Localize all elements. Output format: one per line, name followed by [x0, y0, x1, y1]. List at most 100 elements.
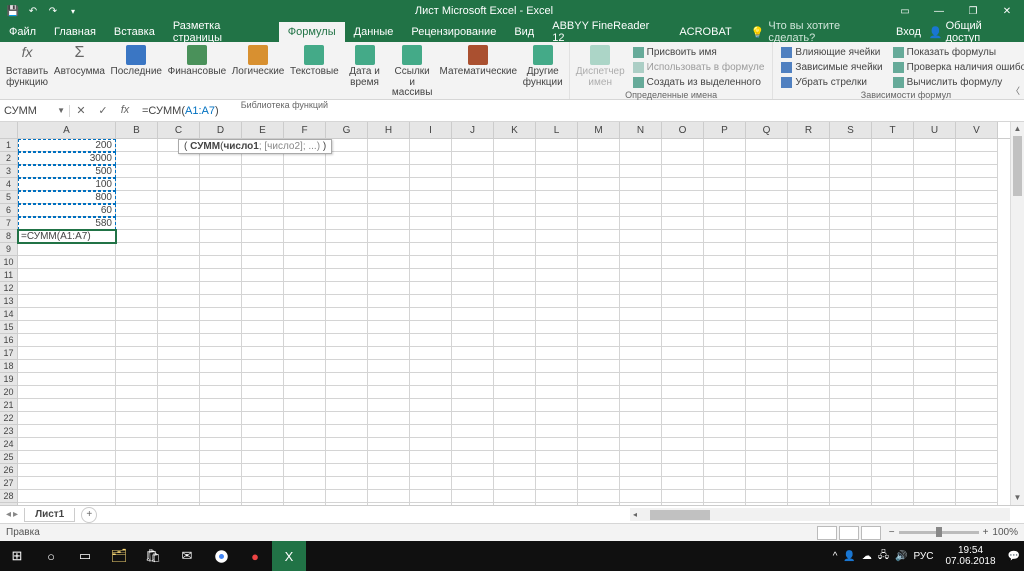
cell-T5[interactable] [872, 191, 914, 204]
cell-P19[interactable] [704, 373, 746, 386]
cell-Q1[interactable] [746, 139, 788, 152]
cell-S21[interactable] [830, 399, 872, 412]
cell-E19[interactable] [242, 373, 284, 386]
cell-O6[interactable] [662, 204, 704, 217]
cell-L15[interactable] [536, 321, 578, 334]
cell-F18[interactable] [284, 360, 326, 373]
qat-customize-icon[interactable]: ▾ [66, 4, 80, 18]
cell-A2[interactable]: 3000 [18, 152, 116, 165]
cell-N17[interactable] [620, 347, 662, 360]
cell-T15[interactable] [872, 321, 914, 334]
cell-B5[interactable] [116, 191, 158, 204]
cell-I17[interactable] [410, 347, 452, 360]
cell-V21[interactable] [956, 399, 998, 412]
cell-T1[interactable] [872, 139, 914, 152]
cell-L5[interactable] [536, 191, 578, 204]
sheet-next-icon[interactable]: ▸ [13, 509, 18, 520]
cell-S1[interactable] [830, 139, 872, 152]
cell-R12[interactable] [788, 282, 830, 295]
cell-M19[interactable] [578, 373, 620, 386]
cell-C21[interactable] [158, 399, 200, 412]
cell-J23[interactable] [452, 425, 494, 438]
cell-V2[interactable] [956, 152, 998, 165]
cell-S13[interactable] [830, 295, 872, 308]
cell-F19[interactable] [284, 373, 326, 386]
cell-U28[interactable] [914, 490, 956, 503]
cell-B8[interactable] [116, 230, 158, 243]
cell-P10[interactable] [704, 256, 746, 269]
cell-K22[interactable] [494, 412, 536, 425]
cell-O20[interactable] [662, 386, 704, 399]
row-header-23[interactable]: 23 [0, 425, 18, 438]
cell-N18[interactable] [620, 360, 662, 373]
cell-S28[interactable] [830, 490, 872, 503]
cell-J13[interactable] [452, 295, 494, 308]
cell-B3[interactable] [116, 165, 158, 178]
cell-Q12[interactable] [746, 282, 788, 295]
view-layout-button[interactable] [839, 526, 859, 540]
cell-R15[interactable] [788, 321, 830, 334]
cell-L21[interactable] [536, 399, 578, 412]
cell-S25[interactable] [830, 451, 872, 464]
cell-K15[interactable] [494, 321, 536, 334]
cell-G12[interactable] [326, 282, 368, 295]
cell-V10[interactable] [956, 256, 998, 269]
cell-F15[interactable] [284, 321, 326, 334]
cell-N13[interactable] [620, 295, 662, 308]
cell-N3[interactable] [620, 165, 662, 178]
function-tooltip[interactable]: ( СУММ(число1; [число2]; ...) ) [178, 139, 332, 154]
cell-T23[interactable] [872, 425, 914, 438]
cell-H22[interactable] [368, 412, 410, 425]
cell-K10[interactable] [494, 256, 536, 269]
cell-N16[interactable] [620, 334, 662, 347]
cell-F24[interactable] [284, 438, 326, 451]
zoom-in-icon[interactable]: + [983, 527, 989, 538]
cell-L20[interactable] [536, 386, 578, 399]
cell-B25[interactable] [116, 451, 158, 464]
cell-I27[interactable] [410, 477, 452, 490]
cell-S15[interactable] [830, 321, 872, 334]
vertical-scrollbar[interactable]: ▲ ▼ [1010, 122, 1024, 505]
cell-J27[interactable] [452, 477, 494, 490]
cell-D9[interactable] [200, 243, 242, 256]
cell-J10[interactable] [452, 256, 494, 269]
cell-C25[interactable] [158, 451, 200, 464]
cell-P25[interactable] [704, 451, 746, 464]
cell-M8[interactable] [578, 230, 620, 243]
cell-C8[interactable] [158, 230, 200, 243]
cell-G23[interactable] [326, 425, 368, 438]
cell-R9[interactable] [788, 243, 830, 256]
cell-A11[interactable] [18, 269, 116, 282]
cell-D26[interactable] [200, 464, 242, 477]
row-header-26[interactable]: 26 [0, 464, 18, 477]
cell-D5[interactable] [200, 191, 242, 204]
row-header-4[interactable]: 4 [0, 178, 18, 191]
chrome-icon[interactable] [204, 541, 238, 571]
cell-S22[interactable] [830, 412, 872, 425]
cell-G26[interactable] [326, 464, 368, 477]
cell-K9[interactable] [494, 243, 536, 256]
cell-I6[interactable] [410, 204, 452, 217]
cell-L23[interactable] [536, 425, 578, 438]
tab-layout[interactable]: Разметка страницы [164, 22, 279, 42]
cell-M18[interactable] [578, 360, 620, 373]
cell-Q6[interactable] [746, 204, 788, 217]
cell-U1[interactable] [914, 139, 956, 152]
cell-T7[interactable] [872, 217, 914, 230]
cell-S23[interactable] [830, 425, 872, 438]
tab-view[interactable]: Вид [505, 22, 543, 42]
cell-O24[interactable] [662, 438, 704, 451]
cell-G11[interactable] [326, 269, 368, 282]
cell-V3[interactable] [956, 165, 998, 178]
cell-C9[interactable] [158, 243, 200, 256]
cell-A8[interactable]: =СУММ(A1:A7) [18, 230, 116, 243]
col-header-G[interactable]: G [326, 122, 368, 138]
cell-K14[interactable] [494, 308, 536, 321]
cell-S19[interactable] [830, 373, 872, 386]
lookup-button[interactable]: Ссылки и массивы [391, 45, 434, 99]
cell-B13[interactable] [116, 295, 158, 308]
cell-U6[interactable] [914, 204, 956, 217]
cell-Q28[interactable] [746, 490, 788, 503]
row-header-13[interactable]: 13 [0, 295, 18, 308]
cell-L3[interactable] [536, 165, 578, 178]
